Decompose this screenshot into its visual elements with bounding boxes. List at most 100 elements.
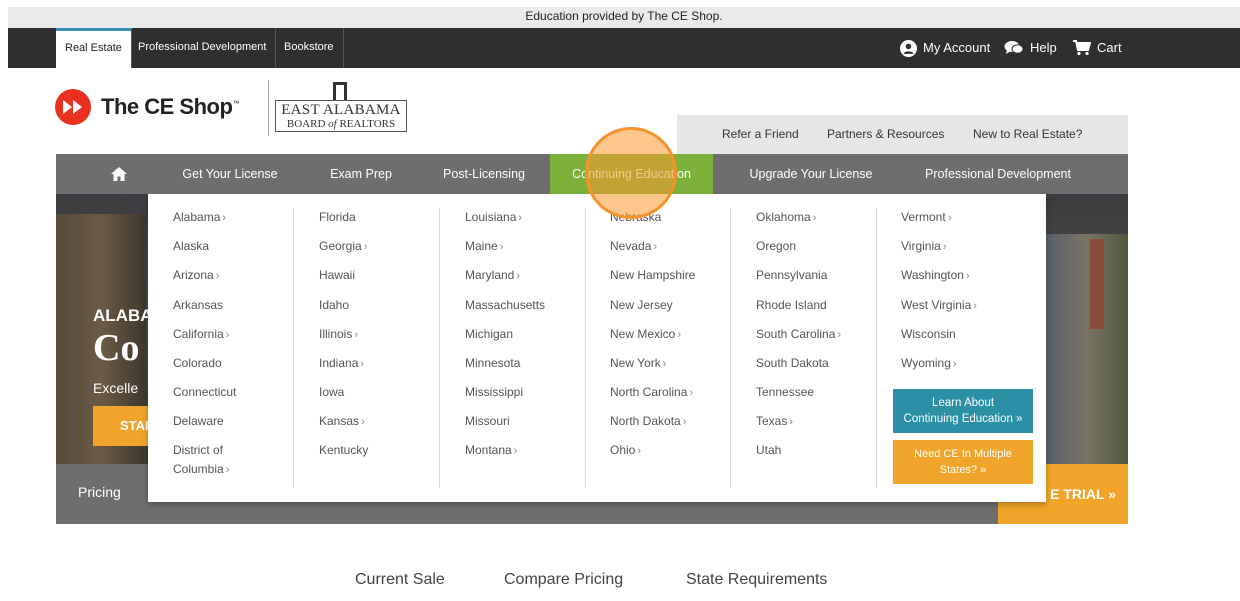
state-link[interactable]: Washington › [901, 266, 970, 286]
state-link[interactable]: Rhode Island [756, 296, 827, 315]
tab-professional-development[interactable]: Professional Development [129, 28, 277, 68]
state-link[interactable]: North Dakota › [610, 412, 686, 432]
state-column: Oklahoma › Oregon Pennsylvania Rhode Island S… [731, 208, 877, 488]
state-link[interactable]: New Jersey [610, 296, 673, 315]
logo-text: The CE Shop™ [101, 94, 239, 119]
chevron-right-icon: › [677, 329, 682, 341]
state-link[interactable]: New Mexico › [610, 325, 681, 345]
state-link[interactable]: Louisiana › [465, 208, 522, 228]
new-to-real-estate-link[interactable]: New to Real Estate? [973, 127, 1082, 141]
state-link[interactable]: Montana › [465, 441, 517, 461]
state-link[interactable]: Illinois › [319, 325, 358, 345]
state-link[interactable]: North Carolina › [610, 383, 693, 403]
learn-about-ce-button[interactable]: Learn About Continuing Education » [893, 389, 1033, 433]
nav-get-your-license[interactable]: Get Your License [170, 154, 290, 194]
refer-a-friend-link[interactable]: Refer a Friend [722, 127, 799, 141]
state-link[interactable]: Iowa [319, 383, 344, 402]
state-link[interactable]: Texas › [756, 412, 793, 432]
state-link[interactable]: Kentucky [319, 441, 368, 460]
state-link[interactable]: Oklahoma › [756, 208, 816, 228]
state-column: Florida Georgia › Hawaii Idaho Illinois › India… [294, 208, 440, 488]
hero-start-button[interactable]: STAI [93, 406, 153, 446]
state-link[interactable]: Indiana › [319, 354, 364, 374]
provider-banner-text: Education provided by The CE Shop. [525, 9, 723, 23]
my-account-link[interactable]: My Account [900, 28, 990, 68]
state-link[interactable]: Idaho [319, 296, 349, 315]
help-label: Help [1030, 40, 1057, 55]
chevron-right-icon: › [354, 329, 359, 341]
state-link[interactable]: Hawaii [319, 266, 355, 285]
state-link[interactable]: Michigan [465, 325, 513, 344]
state-link[interactable]: Wisconsin [901, 325, 956, 344]
chevron-right-icon: › [516, 270, 521, 282]
state-link[interactable]: Maine › [465, 237, 503, 257]
state-link[interactable]: Massachusetts [465, 296, 545, 315]
state-link[interactable]: West Virginia › [901, 296, 977, 316]
state-link[interactable]: Ohio › [610, 441, 641, 461]
state-column: Louisiana › Maine › Maryland › Massachusetts Mi… [440, 208, 586, 488]
hero-eyebrow: ALABA [93, 306, 153, 325]
chevron-right-icon: › [363, 241, 368, 253]
state-link[interactable]: Delaware [173, 412, 224, 431]
state-link[interactable]: Georgia › [319, 237, 367, 257]
chevron-right-icon: › [222, 212, 227, 224]
current-sale-link[interactable]: Current Sale [355, 571, 445, 589]
tab-real-estate[interactable]: Real Estate [56, 28, 132, 68]
state-link[interactable]: Maryland › [465, 266, 520, 286]
hero-subtext: Excelle [93, 380, 139, 396]
state-link[interactable]: Oregon [756, 237, 796, 256]
state-link[interactable]: New York › [610, 354, 666, 374]
state-link[interactable]: Kansas › [319, 412, 365, 432]
state-link[interactable]: Colorado [173, 354, 222, 373]
state-link[interactable]: California › [173, 325, 229, 345]
state-link[interactable]: South Dakota [756, 354, 829, 373]
chevron-right-icon: › [225, 464, 230, 476]
states-mega-menu: Alabama › Alaska Arizona › Arkansas California… [148, 194, 1046, 502]
state-link[interactable]: Missouri [465, 412, 510, 431]
state-link[interactable]: Wyoming › [901, 354, 957, 374]
need-ce-multiple-states-button[interactable]: Need CE In Multiple States? » [893, 440, 1033, 484]
chevron-right-icon: › [947, 212, 952, 224]
state-requirements-link[interactable]: State Requirements [686, 571, 827, 589]
tab-bookstore[interactable]: Bookstore [275, 28, 344, 68]
state-column: NebraskaNevada›New HampshireNew JerseyNe… [585, 208, 731, 488]
state-link[interactable]: New Hampshire [610, 266, 695, 285]
state-link[interactable]: Alaska [173, 237, 209, 256]
pricing-label[interactable]: Pricing [78, 484, 121, 500]
state-link[interactable]: Utah [756, 441, 781, 460]
door-icon [333, 82, 347, 100]
chevron-right-icon: › [952, 358, 957, 370]
state-link[interactable]: Vermont › [901, 208, 951, 228]
state-link[interactable]: Columbia › [173, 460, 229, 480]
state-link[interactable]: Florida [319, 208, 356, 227]
partner-subname: BOARD of REALTORS [286, 118, 396, 130]
state-link[interactable]: Nevada › [610, 237, 657, 257]
ce-shop-logo[interactable]: The CE Shop™ [55, 89, 239, 125]
state-link[interactable]: District of [173, 441, 223, 460]
state-link[interactable]: Mississippi [465, 383, 523, 402]
chevron-right-icon: › [682, 416, 687, 428]
state-link[interactable]: Virginia › [901, 237, 946, 257]
home-icon[interactable] [100, 154, 138, 194]
state-link[interactable]: Connecticut [173, 383, 236, 402]
cart-link[interactable]: Cart [1073, 28, 1122, 68]
nav-upgrade-your-license[interactable]: Upgrade Your License [736, 154, 886, 194]
state-link[interactable]: Alabama › [173, 208, 226, 228]
partners-resources-link[interactable]: Partners & Resources [827, 127, 944, 141]
nav-professional-development[interactable]: Professional Development [916, 154, 1080, 194]
help-link[interactable]: Help [1004, 28, 1057, 68]
chevron-right-icon: › [499, 241, 504, 253]
compare-pricing-link[interactable]: Compare Pricing [504, 571, 623, 589]
state-link[interactable]: Arizona › [173, 266, 219, 286]
state-link[interactable]: Tennessee [756, 383, 814, 402]
provider-banner: Education provided by The CE Shop. [8, 7, 1240, 28]
nav-exam-prep[interactable]: Exam Prep [316, 154, 406, 194]
state-link[interactable]: Arkansas [173, 296, 223, 315]
chevron-right-icon: › [942, 241, 947, 253]
my-account-label: My Account [923, 40, 991, 55]
state-link[interactable]: South Carolina › [756, 325, 841, 345]
nav-post-licensing[interactable]: Post-Licensing [432, 154, 536, 194]
chevron-right-icon: › [637, 445, 642, 457]
state-link[interactable]: Minnesota [465, 354, 520, 373]
state-link[interactable]: Pennsylvania [756, 266, 827, 285]
